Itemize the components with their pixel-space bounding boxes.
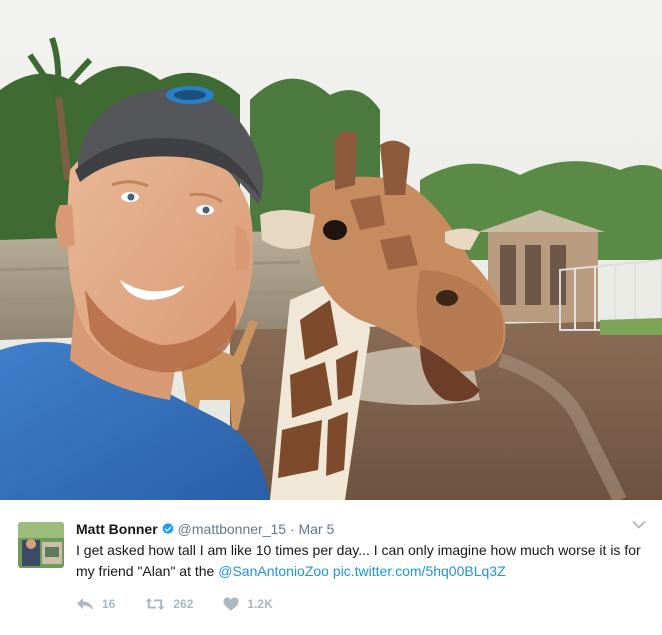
avatar[interactable] (18, 522, 64, 568)
media-link[interactable]: pic.twitter.com/5hq00BLq3Z (333, 563, 506, 579)
display-name[interactable]: Matt Bonner (76, 521, 158, 537)
like-button[interactable]: 1.2K (223, 597, 273, 611)
reply-icon (77, 598, 93, 610)
avatar-image (18, 522, 64, 568)
verified-badge-icon (162, 522, 174, 535)
mention-link[interactable]: @SanAntonioZoo (218, 563, 329, 579)
heart-icon (223, 597, 239, 611)
reply-count: 16 (102, 597, 116, 611)
user-handle[interactable]: @mattbonner_15 (178, 521, 286, 537)
retweet-count: 262 (173, 597, 194, 611)
selfie-giraffe-image (0, 0, 662, 500)
tweet-header: Matt Bonner @mattbonner_15 · Mar 5 (76, 521, 334, 537)
tweet-card[interactable]: Matt Bonner @mattbonner_15 · Mar 5 I get… (0, 0, 662, 635)
like-count: 1.2K (247, 597, 273, 611)
header-separator: · (289, 521, 295, 537)
tweet-date[interactable]: Mar 5 (299, 521, 335, 537)
caret-down-icon[interactable] (632, 520, 646, 530)
retweet-icon (145, 598, 165, 610)
tweet-photo[interactable] (0, 0, 662, 500)
retweet-button[interactable]: 262 (145, 597, 193, 611)
tweet-text: I get asked how tall I am like 10 times … (76, 540, 651, 582)
tweet-actions: 16 262 1.2K (76, 597, 303, 611)
reply-button[interactable]: 16 (76, 597, 115, 611)
